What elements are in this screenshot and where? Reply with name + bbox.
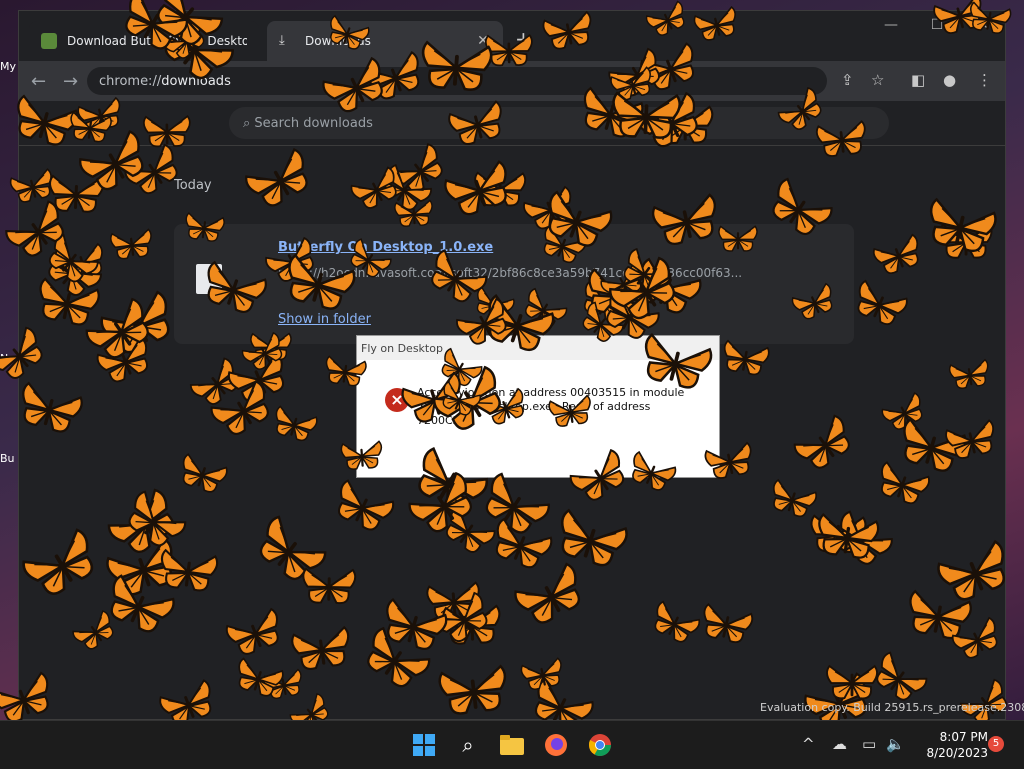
notification-badge[interactable]: 5 — [988, 736, 1004, 752]
maximize-button[interactable]: ☐ — [915, 17, 959, 33]
windows-logo-icon — [413, 734, 435, 756]
bookmark-star-icon[interactable]: ☆ — [871, 71, 884, 89]
taskbar: ⌕ ^ ☁ ▭ 🔈 8:07 PM 8/20/2023 — [0, 720, 1024, 769]
system-clock[interactable]: 8:07 PM 8/20/2023 — [912, 729, 988, 761]
clock-time: 8:07 PM — [939, 730, 988, 744]
error-message: Access violation at address 00403515 in … — [417, 386, 685, 427]
close-window-button[interactable]: ✕ — [961, 17, 1005, 33]
start-button[interactable] — [408, 729, 440, 761]
address-bar[interactable]: chrome:// downloads — [87, 67, 827, 95]
search-placeholder: Search downloads — [254, 115, 373, 131]
cloud-offline-icon[interactable]: ☁ — [832, 735, 847, 753]
network-icon[interactable]: ▭ — [862, 735, 876, 753]
downloads-logo-icon: ⤓ — [37, 113, 44, 131]
desktop-icon-label[interactable]: N — [0, 352, 18, 365]
url-host: downloads — [161, 73, 231, 89]
show-in-folder-link[interactable]: Show in folder — [278, 312, 371, 327]
show-hidden-icons-chevron-icon[interactable]: ^ — [802, 735, 815, 753]
minimize-button[interactable]: — — [869, 17, 913, 33]
chrome-icon — [588, 734, 611, 756]
menu-kebab-icon[interactable]: ⋮ — [977, 71, 992, 89]
tab-strip: Download Butterfly On Desktop ⤓ Download… — [19, 11, 1005, 61]
firefox-icon — [545, 734, 567, 756]
site-favicon-icon — [41, 33, 57, 49]
side-panel-icon[interactable]: ◧ — [911, 71, 925, 89]
tab-downloads[interactable]: ⤓ Downloads ✕ — [267, 21, 503, 61]
dialog-title: Fly on Desktop — [357, 336, 719, 360]
share-icon[interactable]: ⇪ — [841, 71, 854, 89]
download-source-url[interactable]: https://h2ocdn.lavasoft.com/soft32/2bf86… — [278, 266, 778, 280]
file-explorer-button[interactable] — [496, 729, 528, 761]
error-icon: × — [385, 388, 409, 412]
chrome-button[interactable] — [584, 729, 616, 761]
exe-file-icon — [196, 264, 222, 294]
search-icon: ⌕ — [243, 115, 255, 131]
error-dialog: Fly on Desktop × Access violation at add… — [356, 335, 720, 478]
date-group-label: Today — [174, 178, 212, 193]
firefox-button[interactable] — [540, 729, 572, 761]
downloads-search-input[interactable]: ⌕ Search downloads — [229, 107, 889, 139]
volume-icon[interactable]: 🔈 — [886, 735, 905, 753]
clock-date: 8/20/2023 — [926, 746, 988, 760]
evaluation-watermark: Evaluation copy. Build 25915.rs_prerelea… — [760, 701, 1024, 714]
forward-button[interactable]: → — [63, 71, 78, 92]
download-icon: ⤓ — [279, 33, 285, 48]
search-icon: ⌕ — [462, 733, 474, 757]
tab-title: Downloads — [305, 34, 371, 48]
tab-title: Download Butterfly On Desktop — [67, 34, 247, 48]
desktop-icon-label[interactable]: My — [0, 60, 18, 73]
download-filename-link[interactable]: Butterfly On Desktop_1.0.exe — [278, 240, 493, 255]
download-item: Butterfly On Desktop_1.0.exe https://h2o… — [174, 224, 854, 344]
back-button[interactable]: ← — [31, 71, 46, 92]
desktop-icon-label[interactable]: Bu — [0, 452, 18, 465]
close-tab-icon[interactable]: ✕ — [475, 33, 491, 49]
downloads-header: ⤓ ⌕ Search downloads — [19, 101, 1005, 146]
folder-icon — [500, 735, 524, 755]
url-scheme: chrome:// — [99, 73, 162, 89]
tab-download-page[interactable]: Download Butterfly On Desktop — [29, 21, 259, 61]
search-button[interactable]: ⌕ — [452, 729, 484, 761]
profile-icon[interactable]: ● — [943, 71, 956, 89]
browser-toolbar: ← → chrome:// downloads ⇪ ☆ ◧ ● ⋮ — [19, 61, 1005, 101]
new-tab-button[interactable]: + — [515, 27, 532, 51]
